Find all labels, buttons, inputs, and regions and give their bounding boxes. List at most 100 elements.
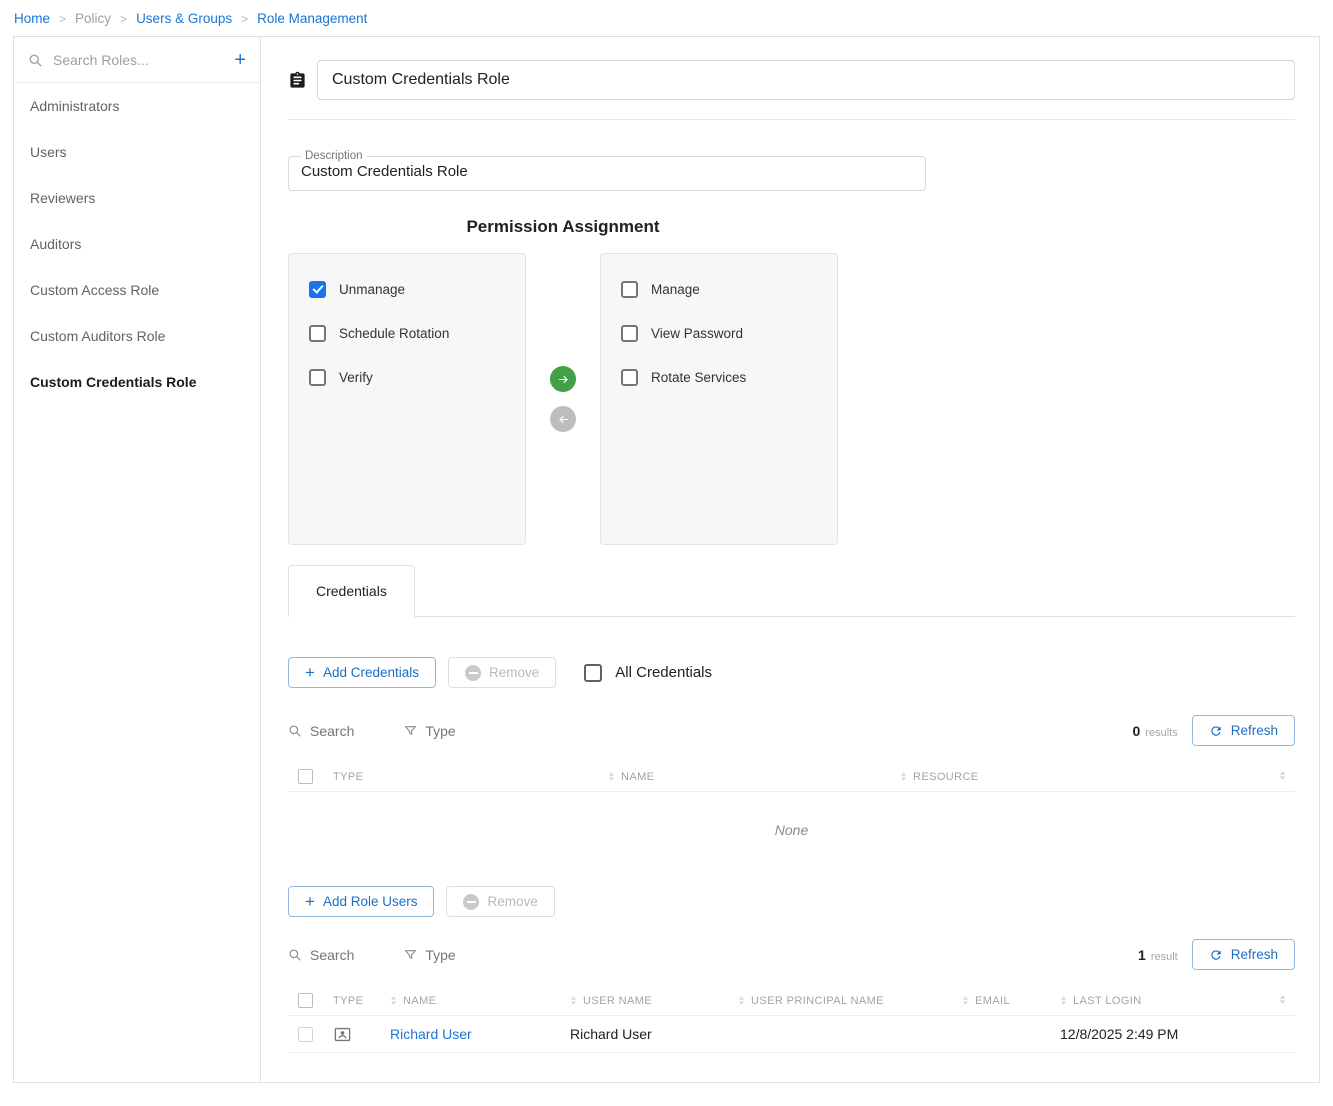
permission-label: View Password (651, 326, 743, 341)
sort-icon (390, 996, 397, 1005)
checkbox[interactable] (621, 325, 638, 342)
permission-item-schedule-rotation[interactable]: Schedule Rotation (289, 318, 525, 349)
role-users-search-filter[interactable]: Search (288, 947, 354, 963)
sort-icon (570, 996, 577, 1005)
permission-assignment-title: Permission Assignment (288, 217, 838, 237)
breadcrumb-separator: > (59, 12, 66, 26)
permission-item-rotate-services[interactable]: Rotate Services (601, 362, 837, 393)
checkbox[interactable] (309, 369, 326, 386)
role-name-input[interactable] (317, 60, 1295, 100)
role-badge-icon (288, 70, 307, 91)
add-credentials-label: Add Credentials (323, 665, 419, 680)
breadcrumb-policy: Policy (75, 11, 111, 26)
sidebar-search-bar: + (14, 37, 260, 83)
column-header-user-principal-name[interactable]: USER PRINCIPAL NAME (738, 995, 962, 1007)
add-role-button[interactable]: + (232, 51, 248, 69)
role-users-table-header: TYPE NAME USER NAME USER PRINCIPAL NAME (288, 986, 1295, 1016)
minus-circle-icon (465, 665, 481, 681)
search-filter-label: Search (310, 723, 354, 739)
type-filter-label: Type (425, 947, 455, 963)
column-header-last-login[interactable]: LAST LOGIN (1060, 995, 1279, 1007)
permission-label: Unmanage (339, 282, 405, 297)
select-all-checkbox[interactable] (298, 993, 313, 1008)
sidebar-item-auditors[interactable]: Auditors (14, 221, 260, 267)
user-card-icon (333, 1025, 352, 1044)
column-header-user-name[interactable]: USER NAME (570, 995, 738, 1007)
move-right-button[interactable] (550, 366, 576, 392)
transfer-arrows (526, 253, 600, 545)
description-label: Description (301, 150, 367, 162)
plus-icon: + (305, 664, 315, 681)
credentials-search-filter[interactable]: Search (288, 723, 354, 739)
remove-label: Remove (487, 894, 537, 909)
breadcrumb-home[interactable]: Home (14, 11, 50, 26)
breadcrumb-users-groups[interactable]: Users & Groups (136, 11, 232, 26)
checkbox[interactable] (309, 325, 326, 342)
column-header-type[interactable]: TYPE (333, 771, 608, 783)
remove-credentials-button[interactable]: Remove (448, 657, 556, 688)
checkbox[interactable] (621, 281, 638, 298)
assigned-permissions-list: Manage View Password Rotate Services (600, 253, 838, 545)
column-header-email[interactable]: EMAIL (962, 995, 1060, 1007)
column-header-name[interactable]: NAME (608, 771, 900, 783)
row-checkbox[interactable] (298, 1027, 313, 1042)
refresh-icon (1209, 724, 1223, 738)
arrow-left-icon (557, 413, 570, 426)
credentials-filter-row: Search Type 0 results (288, 715, 1295, 746)
sidebar-item-reviewers[interactable]: Reviewers (14, 175, 260, 221)
add-role-users-button[interactable]: + Add Role Users (288, 886, 434, 917)
credentials-type-filter[interactable]: Type (404, 723, 455, 739)
credentials-table-header: TYPE NAME RESOURCE (288, 762, 1295, 792)
role-users-refresh-button[interactable]: Refresh (1192, 939, 1295, 970)
column-header-type[interactable]: TYPE (333, 995, 390, 1007)
sidebar-item-administrators[interactable]: Administrators (14, 83, 260, 129)
column-header-name[interactable]: NAME (390, 995, 570, 1007)
search-icon (288, 948, 302, 962)
sidebar-item-custom-credentials-role[interactable]: Custom Credentials Role (14, 359, 260, 405)
credentials-refresh-button[interactable]: Refresh (1192, 715, 1295, 746)
select-all-checkbox[interactable] (298, 769, 313, 784)
result-word: results (1145, 727, 1177, 739)
sidebar-item-users[interactable]: Users (14, 129, 260, 175)
sort-icon (738, 996, 745, 1005)
description-field: Description (288, 150, 926, 191)
role-users-table: TYPE NAME USER NAME USER PRINCIPAL NAME (288, 986, 1295, 1053)
description-input[interactable] (301, 162, 913, 180)
remove-label: Remove (489, 665, 539, 680)
breadcrumb-separator: > (241, 12, 248, 26)
permission-item-unmanage[interactable]: Unmanage (289, 274, 525, 305)
sort-icon (1060, 996, 1067, 1005)
add-credentials-button[interactable]: + Add Credentials (288, 657, 436, 688)
tab-credentials[interactable]: Credentials (288, 565, 415, 617)
plus-icon: + (305, 893, 315, 910)
credentials-actions: + Add Credentials Remove All Credentials (288, 657, 1295, 688)
role-users-type-filter[interactable]: Type (404, 947, 455, 963)
move-left-button[interactable] (550, 406, 576, 432)
all-credentials-toggle[interactable]: All Credentials (584, 664, 712, 682)
credentials-table: TYPE NAME RESOURCE None (288, 762, 1295, 872)
credentials-result-count: 0 results (1133, 723, 1178, 739)
permission-item-manage[interactable]: Manage (601, 274, 837, 305)
column-header-resource[interactable]: RESOURCE (900, 771, 1279, 783)
all-credentials-checkbox[interactable] (584, 664, 602, 682)
tab-bar: Credentials (288, 565, 1295, 617)
user-name-link[interactable]: Richard User (390, 1026, 472, 1042)
checkbox[interactable] (621, 369, 638, 386)
checkbox[interactable] (309, 281, 326, 298)
user-username-cell: Richard User (570, 1026, 738, 1042)
sidebar-item-custom-access-role[interactable]: Custom Access Role (14, 267, 260, 313)
breadcrumb-role-management[interactable]: Role Management (257, 11, 367, 26)
permission-item-view-password[interactable]: View Password (601, 318, 837, 349)
table-row[interactable]: Richard User Richard User 12/8/2025 2:49… (288, 1016, 1295, 1053)
available-permissions-list: Unmanage Schedule Rotation Verify (288, 253, 526, 545)
permission-item-verify[interactable]: Verify (289, 362, 525, 393)
refresh-label: Refresh (1231, 947, 1278, 962)
permission-label: Manage (651, 282, 700, 297)
sidebar-item-custom-auditors-role[interactable]: Custom Auditors Role (14, 313, 260, 359)
search-roles-input[interactable] (51, 51, 224, 69)
result-number: 0 (1133, 723, 1141, 739)
credentials-empty-state: None (288, 792, 1295, 872)
breadcrumb: Home > Policy > Users & Groups > Role Ma… (0, 0, 1333, 36)
filter-funnel-icon (404, 724, 417, 737)
remove-role-users-button[interactable]: Remove (446, 886, 554, 917)
